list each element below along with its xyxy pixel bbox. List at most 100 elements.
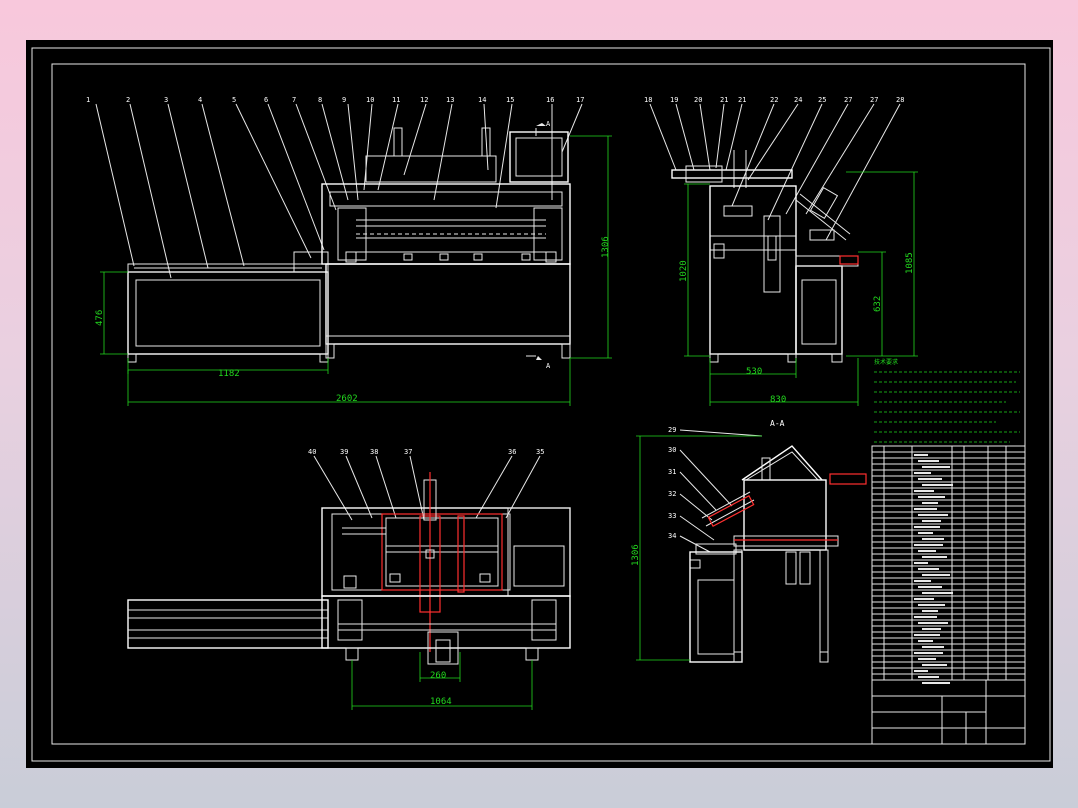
part-number: 15 [506,96,514,104]
part-number: 39 [340,448,348,456]
inner-frame [51,63,1026,745]
parts-list-entry-mark [922,628,941,630]
notes-title: 技术要求 [874,358,898,366]
part-number: 7 [292,96,296,104]
dimension-1306-section: 1306 [631,544,641,566]
dimension-260: 260 [430,671,446,681]
parts-list-entry-mark [922,646,944,648]
front-view: 1 2 3 4 5 6 7 8 9 10 11 12 13 14 15 16 1… [86,96,612,406]
part-number: 21 [720,96,728,104]
parts-list-entry-mark [922,610,938,612]
dimension-1020: 1020 [679,260,689,282]
parts-list-entry-mark [922,538,944,540]
part-number: 5 [232,96,236,104]
part-number: 27 [870,96,878,104]
parts-list-entry-mark [918,640,933,642]
part-number: 1 [86,96,90,104]
part-number: 32 [668,490,676,498]
part-number: 21 [738,96,746,104]
parts-list-entry-mark [922,466,950,468]
parts-list-entry-mark [914,634,940,636]
part-number: 13 [446,96,454,104]
part-number: 35 [536,448,544,456]
dimension-830: 830 [770,395,786,405]
dimension-476: 476 [95,310,105,326]
parts-list-entry-mark [914,472,931,474]
part-number: 38 [370,448,378,456]
parts-list-entry-mark [914,508,937,510]
dimension-1064: 1064 [430,697,452,707]
dimension-2602: 2602 [336,394,358,404]
parts-list-entry-mark [922,664,947,666]
part-number: 29 [668,426,676,434]
parts-list-entry-mark [922,592,953,594]
parts-list-entry-mark [918,658,936,660]
part-number: 30 [668,446,676,454]
parts-list-entry-mark [918,622,948,624]
part-number: 8 [318,96,322,104]
parts-list-entry-mark [914,544,943,546]
part-number: 31 [668,468,676,476]
parts-list-table [871,445,1026,745]
part-number: 34 [668,532,676,540]
part-number: 14 [478,96,486,104]
part-number: 27 [844,96,852,104]
dimension-530: 530 [746,367,762,377]
front-view-leaders: 1 2 3 4 5 6 7 8 9 10 11 12 13 14 15 16 1… [86,96,584,279]
parts-list-entry-mark [918,496,945,498]
parts-list-entry-mark [918,604,945,606]
parts-list-entry-mark [918,676,939,678]
parts-list-entry-mark [914,616,937,618]
dimension-1085: 1085 [905,252,915,274]
part-number: 9 [342,96,346,104]
part-number: 2 [126,96,130,104]
part-number: 17 [576,96,584,104]
parts-list-entry-mark [918,514,948,516]
parts-list-entry-mark [918,460,939,462]
part-number: 19 [670,96,678,104]
parts-list-entry-mark [922,502,938,504]
dimension-1306-front: 1306 [601,236,611,258]
parts-list-entry-mark [922,682,950,684]
part-number: 3 [164,96,168,104]
part-number: 6 [264,96,268,104]
section-view-aa: A-A 29 30 31 32 33 34 1306 [631,419,867,663]
outer-frame [31,47,1051,762]
dimension-632: 632 [873,296,883,312]
part-number: 4 [198,96,202,104]
parts-list-entry-mark [922,574,950,576]
part-number: 40 [308,448,316,456]
parts-list-entry-mark [914,652,943,654]
parts-list-entry-mark [922,520,941,522]
parts-list-entry-mark [914,598,934,600]
parts-list-entry-mark [918,478,942,480]
technical-notes: 技术要求 [874,358,1020,443]
cad-drawing: 1 2 3 4 5 6 7 8 9 10 11 12 13 14 15 16 1… [31,47,1051,762]
parts-list-entry-mark [922,484,953,486]
parts-list-entry-mark [914,670,928,672]
parts-list-entry-mark [914,490,934,492]
part-number: 10 [366,96,374,104]
section-mark-a-top: A [546,120,551,128]
parts-list-entry-mark [922,556,947,558]
part-number: 33 [668,512,676,520]
parts-list-entry-mark [918,532,933,534]
part-number: 36 [508,448,516,456]
parts-list-entry-mark [914,580,931,582]
parts-list-entry-mark [918,550,936,552]
part-number: 25 [818,96,826,104]
section-title: A-A [770,419,785,428]
part-number: 16 [546,96,554,104]
part-number: 20 [694,96,702,104]
part-number: 37 [404,448,412,456]
parts-list-entry-mark [918,586,942,588]
section-mark-a-bottom: A [546,362,551,370]
part-number: 11 [392,96,400,104]
top-view: 40 39 38 37 36 35 260 1064 [127,448,571,710]
part-number: 28 [896,96,904,104]
dimension-1182: 1182 [218,369,240,379]
parts-list-entry-mark [914,562,928,564]
parts-list-entry-mark [914,454,928,456]
drawing-sheet: 1 2 3 4 5 6 7 8 9 10 11 12 13 14 15 16 1… [26,40,1053,768]
part-number: 12 [420,96,428,104]
